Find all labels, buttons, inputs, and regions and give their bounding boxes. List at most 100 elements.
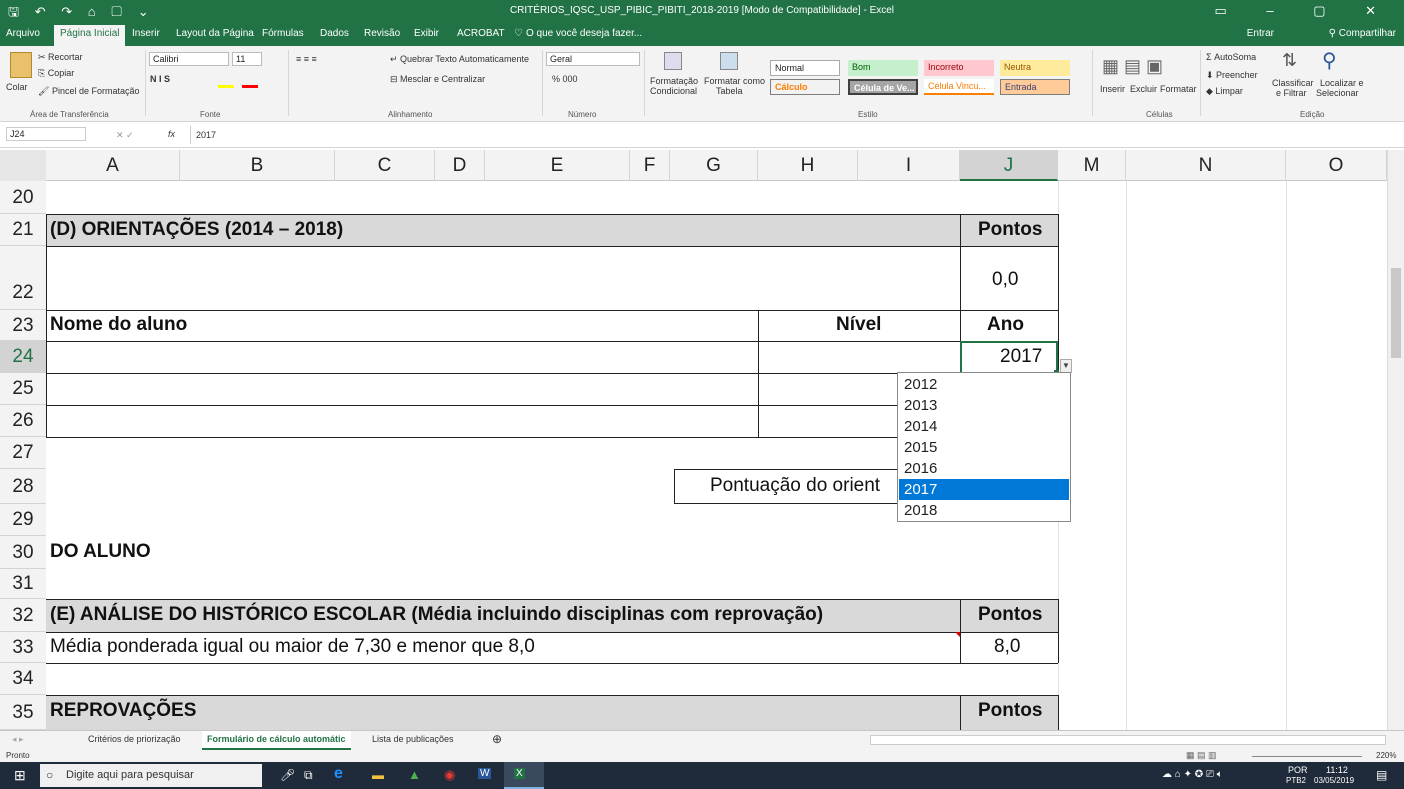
tab-acrobat[interactable]: ACROBAT [457, 28, 505, 39]
format-painter-button[interactable]: 🖌 Pincel de Formatação [38, 86, 139, 97]
view-buttons-icon[interactable]: ▦ ▤ ▥ [1186, 750, 1217, 761]
row-header-24[interactable]: 24 [0, 341, 46, 373]
tab-review[interactable]: Revisão [364, 28, 400, 39]
bold-italic-underline[interactable]: N I S [150, 74, 170, 84]
chrome-icon[interactable]: ◉ [444, 767, 455, 783]
select-all-corner[interactable] [0, 150, 46, 181]
column-a[interactable]: A [46, 150, 180, 181]
column-c[interactable]: C [335, 150, 435, 181]
style-celula-verificacao[interactable]: Célula de Ve... [848, 79, 918, 95]
wrap-text-button[interactable]: ↵ Quebrar Texto Automaticamente [390, 54, 529, 65]
font-name-select[interactable]: Calibri [149, 52, 229, 66]
dropdown-option[interactable]: 2013 [899, 395, 1069, 416]
tab-file[interactable]: Arquivo [6, 28, 40, 39]
sheet-tab-criterios[interactable]: Critérios de priorização [88, 734, 181, 744]
fx-icon[interactable]: fx [168, 129, 175, 139]
sheet-nav-icons[interactable]: ◂ ▸ [12, 734, 24, 745]
clock-time[interactable]: 11:12 [1326, 765, 1348, 775]
clear-button[interactable]: ◆ Limpar [1206, 86, 1243, 97]
fill-color-icon[interactable] [218, 74, 234, 88]
font-color-icon[interactable] [242, 74, 258, 88]
column-i[interactable]: I [858, 150, 960, 181]
sign-in-link[interactable]: Entrar [1247, 28, 1274, 39]
cut-button[interactable]: ✂ Recortar [38, 52, 83, 63]
row-header-35[interactable]: 35 [0, 695, 46, 730]
drive-icon[interactable]: ▲ [408, 767, 421, 782]
cortana-mic-icon[interactable]: 🎤︎ [280, 768, 295, 782]
ano-value[interactable]: 2017 [1000, 346, 1042, 368]
column-b[interactable]: B [180, 150, 335, 181]
keyboard-layout[interactable]: PTB2 [1286, 776, 1306, 785]
style-incorreto[interactable]: Incorreto [924, 60, 994, 76]
excel-taskbar-button[interactable]: X [504, 762, 544, 789]
style-neutra[interactable]: Neutra [1000, 60, 1070, 76]
sort-filter-button[interactable]: Classificar [1272, 78, 1314, 88]
sheet-tab-formulario[interactable]: Formulário de cálculo automátic [202, 731, 351, 750]
window-controls[interactable]: ▭ – ▢ ✕ [1214, 3, 1394, 19]
language-indicator[interactable]: POR [1288, 765, 1308, 775]
row-header-31[interactable]: 31 [0, 569, 46, 599]
row-header-27[interactable]: 27 [0, 437, 46, 469]
share-button[interactable]: ⚲ Compartilhar [1329, 28, 1396, 39]
clock-date[interactable]: 03/05/2019 [1314, 776, 1354, 785]
number-format-select[interactable]: Geral [546, 52, 640, 66]
horizontal-scrollbar[interactable] [870, 735, 1386, 745]
font-size-select[interactable]: 11 [232, 52, 262, 66]
name-box[interactable]: J24 [6, 127, 86, 141]
notification-icon[interactable]: ▤ [1376, 768, 1387, 782]
dropdown-option-selected[interactable]: 2017 [899, 479, 1069, 500]
style-celula-vinculada[interactable]: Célula Vincu... [924, 79, 994, 95]
tab-insert[interactable]: Inserir [132, 28, 160, 39]
row-header-26[interactable]: 26 [0, 405, 46, 437]
column-n[interactable]: N [1126, 150, 1286, 181]
vertical-scrollbar[interactable] [1387, 150, 1404, 730]
tab-page-layout[interactable]: Layout da Página [176, 28, 254, 39]
row-header-23[interactable]: 23 [0, 310, 46, 341]
merge-center-button[interactable]: ⊟ Mesclar e Centralizar [390, 74, 485, 85]
taskbar-search-box[interactable]: ○ Digite aqui para pesquisar [40, 764, 262, 787]
column-m[interactable]: M [1058, 150, 1126, 181]
row-header-30[interactable]: 30 [0, 536, 46, 569]
word-icon[interactable]: W [478, 768, 492, 779]
row-header-25[interactable]: 25 [0, 373, 46, 405]
paste-button[interactable]: Colar [6, 82, 28, 92]
row-header-20[interactable]: 20 [0, 181, 46, 214]
column-g[interactable]: G [670, 150, 758, 181]
format-cells-button[interactable]: Formatar [1160, 84, 1197, 94]
dropdown-option[interactable]: 2015 [899, 437, 1069, 458]
row-header-22[interactable]: 22 [0, 246, 46, 310]
formula-input[interactable]: 2017 [196, 130, 216, 140]
tab-view[interactable]: Exibir [414, 28, 439, 39]
column-j[interactable]: J [960, 150, 1058, 181]
delete-cells-button[interactable]: Excluir [1130, 84, 1157, 94]
find-select-button[interactable]: Localizar e [1320, 78, 1364, 88]
column-e[interactable]: E [485, 150, 630, 181]
format-as-table-button[interactable]: Formatar como [704, 76, 765, 86]
style-bom[interactable]: Bom [848, 60, 918, 76]
column-o[interactable]: O [1286, 150, 1387, 181]
dropdown-option[interactable]: 2018 [899, 500, 1069, 521]
scroll-thumb[interactable] [1391, 268, 1401, 358]
task-view-icon[interactable]: ⧉ [304, 768, 313, 783]
tell-me-search[interactable]: O que você deseja fazer... [526, 28, 642, 39]
row-header-29[interactable]: 29 [0, 504, 46, 536]
tab-data[interactable]: Dados [320, 28, 349, 39]
file-explorer-icon[interactable]: ▬ [372, 768, 384, 782]
zoom-slider[interactable] [1252, 756, 1362, 757]
style-entrada[interactable]: Entrada [1000, 79, 1070, 95]
autosum-button[interactable]: Σ AutoSoma [1206, 52, 1256, 62]
dropdown-option[interactable]: 2016 [899, 458, 1069, 479]
row-header-28[interactable]: 28 [0, 469, 46, 504]
zoom-level[interactable]: 220% [1376, 751, 1396, 760]
dropdown-option[interactable]: 2014 [899, 416, 1069, 437]
row-header-32[interactable]: 32 [0, 599, 46, 632]
row-header-33[interactable]: 33 [0, 632, 46, 663]
column-f[interactable]: F [630, 150, 670, 181]
column-d[interactable]: D [435, 150, 485, 181]
insert-cells-button[interactable]: Inserir [1100, 84, 1125, 94]
dropdown-arrow-icon[interactable]: ▼ [1060, 359, 1072, 373]
tab-home[interactable]: Página Inicial [54, 25, 126, 46]
style-calculo[interactable]: Cálculo [770, 79, 840, 95]
comment-indicator[interactable] [955, 632, 960, 637]
copy-button[interactable]: ⎘ Copiar [38, 68, 74, 79]
